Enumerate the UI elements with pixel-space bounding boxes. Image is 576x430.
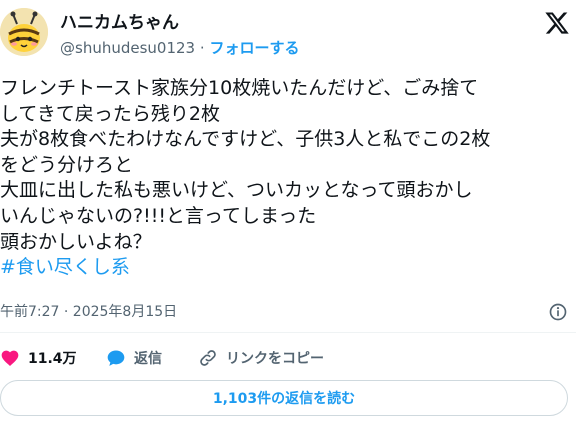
author-handle-row: @shuhudesu0123 · フォローする [60,38,299,58]
tweet-text: フレンチトースト家族分10枚焼いたんだけど、ごみ捨て してきて戻ったら残り2枚 … [0,76,576,281]
tweet-line: をどう分けろと [0,153,134,176]
tweet-timestamp[interactable]: 午前7:27 · 2025年8月15日 [0,302,177,322]
link-icon [200,350,216,366]
like-button[interactable]: 11.4万 [0,346,77,370]
author-display-name[interactable]: ハニカムちゃん [60,12,179,34]
copy-link-button[interactable]: リンクをコピー [198,346,324,370]
heart-icon [1,350,19,366]
info-icon[interactable] [548,302,568,322]
like-count: 11.4万 [28,351,77,367]
reply-button[interactable]: 返信 [106,346,162,370]
hashtag-link[interactable]: #食い尽くし系 [0,255,576,281]
handle-separator: · [199,39,205,57]
tweet-line: 大皿に出した私も悪いけど、ついカッとなって頭おかし [0,179,473,202]
divider [0,332,576,333]
tweet-line: してきて戻ったら残り2枚 [0,102,220,125]
tweet-line: フレンチトースト家族分10枚焼いたんだけど、ごみ捨て [0,77,479,99]
tweet-line: 頭おかしいよね？ [0,230,152,253]
speech-bubble-icon [107,350,125,366]
copy-link-label: リンクをコピー [226,351,324,367]
reply-label: 返信 [134,351,162,367]
follow-button[interactable]: フォローする [209,39,299,57]
bee-character-icon [0,8,48,56]
read-replies-button[interactable]: 1,103件の返信を読む [0,380,568,416]
avatar[interactable] [0,8,48,56]
author-handle[interactable]: @shuhudesu0123 [60,39,195,57]
x-logo-icon[interactable] [544,10,570,36]
tweet-line: いんじゃないの?!!!と言ってしまった [0,204,317,227]
tweet-line: 夫が8枚食べたわけなんですけど、子供3人と私でこの2枚 [0,128,491,151]
